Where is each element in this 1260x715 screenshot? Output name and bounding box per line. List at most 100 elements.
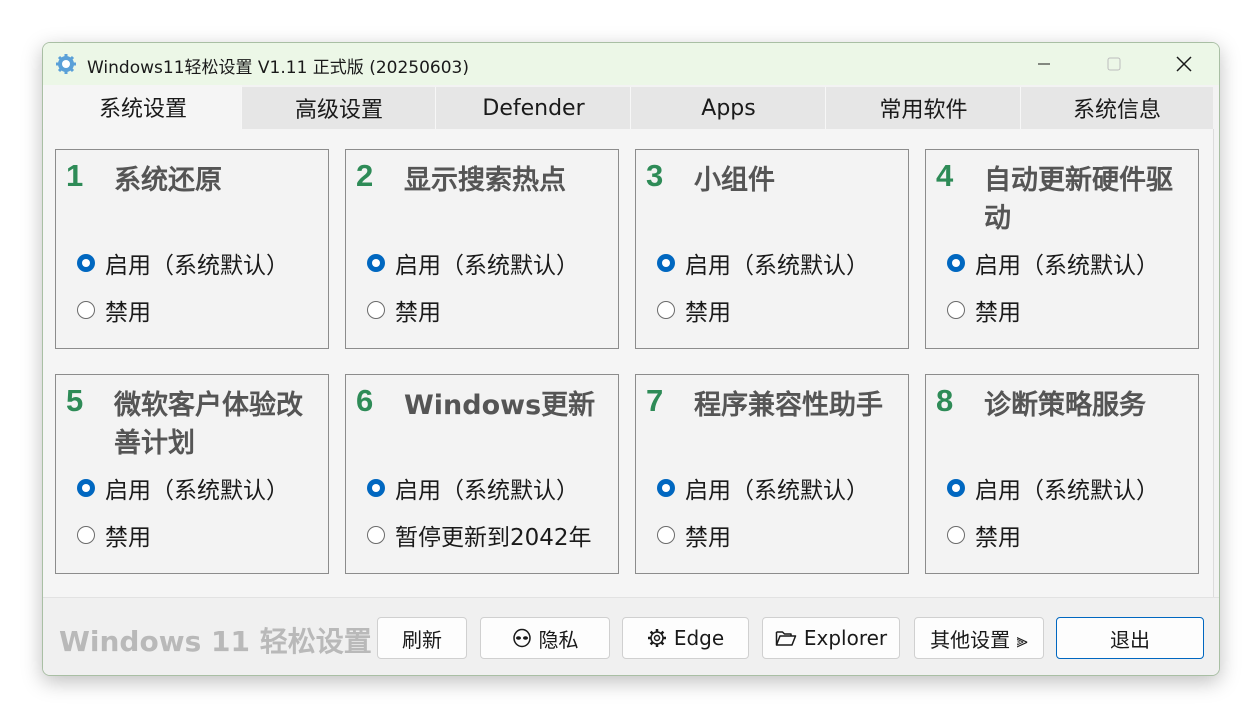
panel-title: 程序兼容性助手 — [694, 390, 883, 421]
panel-title: 小组件 — [694, 165, 775, 196]
brand-label: Windows 11 轻松设置 — [59, 625, 372, 658]
radio-enable[interactable]: 启用（系统默认） — [366, 473, 579, 504]
radio-unselected-icon — [656, 300, 676, 320]
radio-label: 禁用 — [685, 525, 731, 551]
radio-enable[interactable]: 启用（系统默认） — [656, 248, 869, 279]
edge-button[interactable]: Edge — [622, 617, 749, 659]
tab-apps[interactable]: Apps — [630, 87, 826, 129]
radio-label: 禁用 — [975, 300, 1021, 326]
radio-enable[interactable]: 启用（系统默认） — [946, 473, 1159, 504]
panel-title: 微软客户体验改善计划 — [114, 390, 303, 459]
tab-system-info[interactable]: 系统信息 — [1020, 87, 1213, 129]
radio-disable[interactable]: 禁用 — [366, 295, 441, 326]
radio-disable[interactable]: 禁用 — [76, 520, 151, 551]
radio-selected-icon — [946, 253, 966, 273]
setting-panel-widgets: 3 小组件 启用（系统默认） 禁用 — [635, 149, 909, 349]
radio-unselected-icon — [946, 525, 966, 545]
radio-label: 启用（系统默认） — [395, 478, 579, 504]
refresh-label: 刷新 — [402, 627, 442, 652]
radio-disable[interactable]: 禁用 — [946, 520, 1021, 551]
radio-unselected-icon — [76, 300, 96, 320]
radio-label: 启用（系统默认） — [975, 478, 1159, 504]
radio-unselected-icon — [366, 525, 386, 545]
panel-number: 7 — [646, 383, 664, 418]
title-bar: Windows11轻松设置 V1.11 正式版 (20250603) — [43, 43, 1219, 85]
setting-panel-windows-update: 6 Windows更新 启用（系统默认） 暂停更新到2042年 — [345, 374, 619, 574]
refresh-button[interactable]: 刷新 — [377, 617, 467, 659]
radio-enable[interactable]: 启用（系统默认） — [76, 473, 289, 504]
radio-selected-icon — [76, 478, 96, 498]
radio-disable[interactable]: 禁用 — [946, 295, 1021, 326]
radio-selected-icon — [76, 253, 96, 273]
app-gear-icon — [55, 53, 77, 75]
setting-panel-system-restore: 1 系统还原 启用（系统默认） 禁用 — [55, 149, 329, 349]
tab-advanced-settings[interactable]: 高级设置 — [241, 87, 436, 129]
folder-icon — [775, 629, 797, 647]
radio-disable[interactable]: 禁用 — [656, 295, 731, 326]
tab-common-software[interactable]: 常用软件 — [825, 87, 1021, 129]
minimize-button[interactable] — [1009, 43, 1079, 85]
settings-content: 1 系统还原 启用（系统默认） 禁用 2 显示搜索热点 启用（系统默认） 禁用 … — [43, 129, 1214, 597]
maximize-button[interactable] — [1079, 43, 1149, 85]
setting-panel-diagnostic-policy: 8 诊断策略服务 启用（系统默认） 禁用 — [925, 374, 1199, 574]
window-title: Windows11轻松设置 V1.11 正式版 (20250603) — [87, 58, 470, 78]
other-settings-label: 其他设置 ⫸ — [930, 627, 1028, 652]
footer-bar: Windows 11 轻松设置 刷新 隐私 Edge Explorer 其他设置… — [43, 597, 1219, 675]
radio-label: 禁用 — [685, 300, 731, 326]
radio-disable[interactable]: 禁用 — [76, 295, 151, 326]
tab-system-settings[interactable]: 系统设置 — [43, 85, 242, 129]
panel-number: 6 — [356, 383, 374, 418]
privacy-button[interactable]: 隐私 — [480, 617, 610, 659]
radio-selected-icon — [946, 478, 966, 498]
radio-selected-icon — [656, 253, 676, 273]
radio-label: 启用（系统默认） — [395, 253, 579, 279]
panel-number: 1 — [66, 158, 84, 193]
other-settings-button[interactable]: 其他设置 ⫸ — [914, 617, 1044, 659]
maximize-icon — [1107, 57, 1121, 71]
radio-label: 启用（系统默认） — [975, 253, 1159, 279]
radio-label: 暂停更新到2042年 — [395, 525, 592, 551]
radio-selected-icon — [366, 478, 386, 498]
panel-title: 自动更新硬件驱动 — [984, 165, 1173, 234]
radio-unselected-icon — [366, 300, 386, 320]
radio-label: 禁用 — [395, 300, 441, 326]
panel-title: 诊断策略服务 — [984, 390, 1146, 421]
gear-icon — [647, 628, 667, 648]
radio-label: 启用（系统默认） — [105, 253, 289, 279]
tab-defender[interactable]: Defender — [435, 87, 631, 129]
radio-enable[interactable]: 启用（系统默认） — [366, 248, 579, 279]
minimize-icon — [1038, 63, 1050, 65]
radio-pause-updates[interactable]: 暂停更新到2042年 — [366, 520, 592, 551]
radio-unselected-icon — [656, 525, 676, 545]
radio-label: 启用（系统默认） — [105, 478, 289, 504]
radio-label: 禁用 — [975, 525, 1021, 551]
panel-title: 显示搜索热点 — [404, 165, 566, 196]
panel-number: 4 — [936, 158, 954, 193]
panel-number: 5 — [66, 383, 84, 418]
setting-panel-search-highlights: 2 显示搜索热点 启用（系统默认） 禁用 — [345, 149, 619, 349]
radio-selected-icon — [366, 253, 386, 273]
radio-enable[interactable]: 启用（系统默认） — [656, 473, 869, 504]
exit-button[interactable]: 退出 — [1056, 617, 1204, 659]
radio-disable[interactable]: 禁用 — [656, 520, 731, 551]
exit-label: 退出 — [1110, 627, 1150, 652]
panel-title: Windows更新 — [404, 390, 596, 421]
panel-title: 系统还原 — [114, 165, 222, 196]
alien-icon — [512, 628, 532, 648]
radio-enable[interactable]: 启用（系统默认） — [76, 248, 289, 279]
radio-unselected-icon — [76, 525, 96, 545]
explorer-button[interactable]: Explorer — [762, 617, 900, 659]
privacy-label: 隐私 — [538, 627, 579, 652]
app-window: Windows11轻松设置 V1.11 正式版 (20250603) 系统设置 … — [42, 42, 1220, 676]
edge-label: Edge — [673, 626, 725, 650]
radio-enable[interactable]: 启用（系统默认） — [946, 248, 1159, 279]
radio-label: 禁用 — [105, 300, 151, 326]
radio-label: 禁用 — [105, 525, 151, 551]
setting-panel-driver-updates: 4 自动更新硬件驱动 启用（系统默认） 禁用 — [925, 149, 1199, 349]
close-button[interactable] — [1149, 43, 1219, 85]
radio-unselected-icon — [946, 300, 966, 320]
close-icon — [1176, 56, 1192, 72]
setting-panel-ceip: 5 微软客户体验改善计划 启用（系统默认） 禁用 — [55, 374, 329, 574]
radio-selected-icon — [656, 478, 676, 498]
explorer-label: Explorer — [803, 626, 888, 650]
